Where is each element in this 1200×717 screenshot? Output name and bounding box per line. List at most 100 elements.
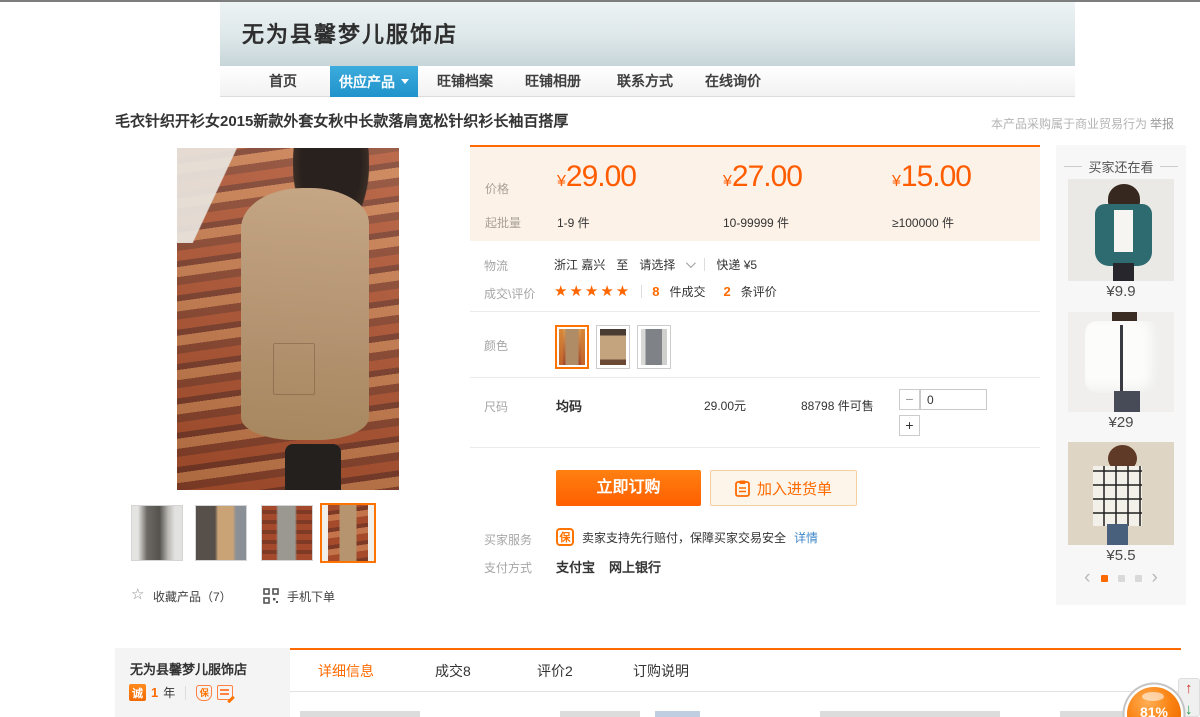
chevron-down-icon[interactable] xyxy=(686,258,696,268)
color-swatch-3[interactable] xyxy=(637,325,671,369)
cropped-text-fragment xyxy=(300,711,420,717)
divider xyxy=(641,285,642,298)
main-product-image[interactable] xyxy=(133,148,465,490)
qr-code-icon[interactable] xyxy=(263,588,279,609)
shop-info-box: 无为县馨梦儿服饰店 诚 1 年 保 xyxy=(115,648,290,717)
tab-reviews[interactable]: 评价2 xyxy=(537,650,573,692)
cropped-text-fragment xyxy=(1060,711,1135,717)
quantity-input[interactable] xyxy=(920,389,987,410)
tab-deals[interactable]: 成交8 xyxy=(435,650,471,692)
arrow-up-icon[interactable]: ↑ xyxy=(1185,680,1193,697)
shop-navbar: 首页 供应产品 旺铺档案 旺铺相册 联系方式 在线询价 xyxy=(220,66,1075,97)
cropped-text-fragment xyxy=(820,711,1000,717)
price-tier-2: ¥27.00 xyxy=(723,160,802,194)
color-swatch-2[interactable] xyxy=(596,325,630,369)
white-shirt xyxy=(1114,210,1133,252)
shop-name: 无为县馨梦儿服饰店 xyxy=(242,17,458,49)
review-count-suffix[interactable]: 条评价 xyxy=(741,283,777,300)
currency-symbol: ¥ xyxy=(723,173,732,190)
sidebar-product-1-price[interactable]: ¥9.9 xyxy=(1056,283,1186,300)
image-thumbnail-2[interactable] xyxy=(195,505,247,561)
currency-symbol: ¥ xyxy=(557,173,566,190)
size-stock: 88798 件可售 xyxy=(801,397,874,414)
nav-item-inquiry[interactable]: 在线询价 xyxy=(705,66,761,97)
qty-range-1: 1-9 件 xyxy=(557,214,590,231)
image-thumbnail-3[interactable] xyxy=(261,505,313,561)
buyer-service-label: 买家服务 xyxy=(484,531,532,548)
quantity-increase-button[interactable]: + xyxy=(899,415,920,436)
tab-order-notes[interactable]: 订购说明 xyxy=(633,650,689,692)
payment-alipay: 支付宝 xyxy=(556,557,595,576)
nav-item-home[interactable]: 首页 xyxy=(269,66,297,97)
also-viewing-sidebar: 买家还在看 ¥9.9 ¥29 ¥5.5 ‹ › xyxy=(1056,145,1186,605)
nav-item-contact[interactable]: 联系方式 xyxy=(617,66,673,97)
rating-row: ★★★★★ 8 件成交 2 条评价 xyxy=(554,282,777,300)
quantity-decrease-button[interactable]: − xyxy=(899,389,920,410)
page-title: 毛衣针织开衫女2015新款外套女秋中长款落肩宽松针织衫长袖百搭厚 xyxy=(115,110,568,131)
chevron-left-icon[interactable]: ‹ xyxy=(1084,571,1090,585)
payment-row: 支付宝 网上银行 xyxy=(556,557,661,576)
price-value-3: 15.00 xyxy=(901,160,971,193)
nav-item-products[interactable]: 供应产品 xyxy=(330,66,418,97)
service-text: 卖家支持先行赔付，保障买家交易安全 xyxy=(582,529,786,546)
divider xyxy=(185,686,186,700)
badge-gloss xyxy=(1142,692,1164,701)
color-swatch-1-selected[interactable] xyxy=(555,325,589,369)
swatch-image xyxy=(559,329,585,365)
plaid-cardigan xyxy=(1093,466,1142,526)
image-thumbnail-4-selected[interactable] xyxy=(320,503,376,563)
chevron-right-icon[interactable]: › xyxy=(1152,571,1158,585)
star-outline-icon[interactable]: ☆ xyxy=(131,585,144,603)
qty-range-3: ≥100000 件 xyxy=(892,214,954,231)
guarantee-badge-icon: 保 xyxy=(556,528,574,546)
shield-badge-icon[interactable]: 保 xyxy=(196,685,212,701)
divider xyxy=(470,447,1040,448)
page-dot-3[interactable] xyxy=(1135,575,1142,582)
mobile-order-button[interactable]: 手机下单 xyxy=(287,588,335,605)
shop-name[interactable]: 无为县馨梦儿服饰店 xyxy=(130,659,247,678)
service-detail-link[interactable]: 详情 xyxy=(794,529,818,546)
deal-count-suffix[interactable]: 件成交 xyxy=(669,283,705,300)
page-dot-2[interactable] xyxy=(1118,575,1125,582)
deal-count[interactable]: 8 xyxy=(652,284,659,299)
price-tier-3: ¥15.00 xyxy=(892,160,971,194)
image-thumbnail-1[interactable] xyxy=(131,505,183,561)
clipboard-icon xyxy=(735,480,750,497)
sidebar-product-3-image[interactable] xyxy=(1068,442,1174,545)
dark-pants xyxy=(1113,263,1134,281)
nav-item-album[interactable]: 旺铺相册 xyxy=(525,66,581,97)
price-label: 价格 xyxy=(485,180,509,197)
add-to-purchase-list-button[interactable]: 加入进货单 xyxy=(710,470,857,506)
logistics-label: 物流 xyxy=(484,257,508,274)
cropped-text-fragment xyxy=(655,711,700,717)
qty-range-2: 10-99999 件 xyxy=(723,214,789,231)
credit-years-suffix: 年 xyxy=(163,684,175,701)
order-now-button[interactable]: 立即订购 xyxy=(556,470,701,506)
report-link[interactable]: 举报 xyxy=(1150,115,1174,132)
jeans xyxy=(1107,524,1128,545)
tab-detail-info[interactable]: 详细信息 xyxy=(318,650,374,692)
sidebar-product-2-price[interactable]: ¥29 xyxy=(1056,414,1186,431)
rating-label: 成交\评价 xyxy=(484,285,535,302)
review-count[interactable]: 2 xyxy=(724,284,731,299)
price-value-1: 29.00 xyxy=(566,160,636,193)
size-unit-price: 29.00元 xyxy=(704,397,746,414)
sidebar-product-2-image[interactable] xyxy=(1068,312,1174,412)
divider xyxy=(470,311,1040,312)
sidebar-product-1-image[interactable] xyxy=(1068,179,1174,281)
contract-badge-icon[interactable] xyxy=(217,685,233,700)
destination-select[interactable]: 请选择 xyxy=(639,256,675,273)
favorite-product-button[interactable]: 收藏产品（7） xyxy=(153,588,232,605)
sidebar-product-3-price[interactable]: ¥5.5 xyxy=(1056,547,1186,564)
chevron-down-icon xyxy=(401,79,409,84)
nav-item-archive[interactable]: 旺铺档案 xyxy=(437,66,493,97)
color-label: 颜色 xyxy=(484,337,508,354)
currency-symbol: ¥ xyxy=(892,173,901,190)
integrity-badge-icon[interactable]: 诚 xyxy=(129,684,146,701)
divider xyxy=(704,258,705,271)
page-dot-1-active[interactable] xyxy=(1101,575,1108,582)
credit-years-number: 1 xyxy=(151,685,158,700)
arrow-down-icon[interactable]: ↓ xyxy=(1185,701,1193,717)
zoom-level-value: 81% xyxy=(1127,704,1181,717)
model-boots xyxy=(285,444,341,490)
